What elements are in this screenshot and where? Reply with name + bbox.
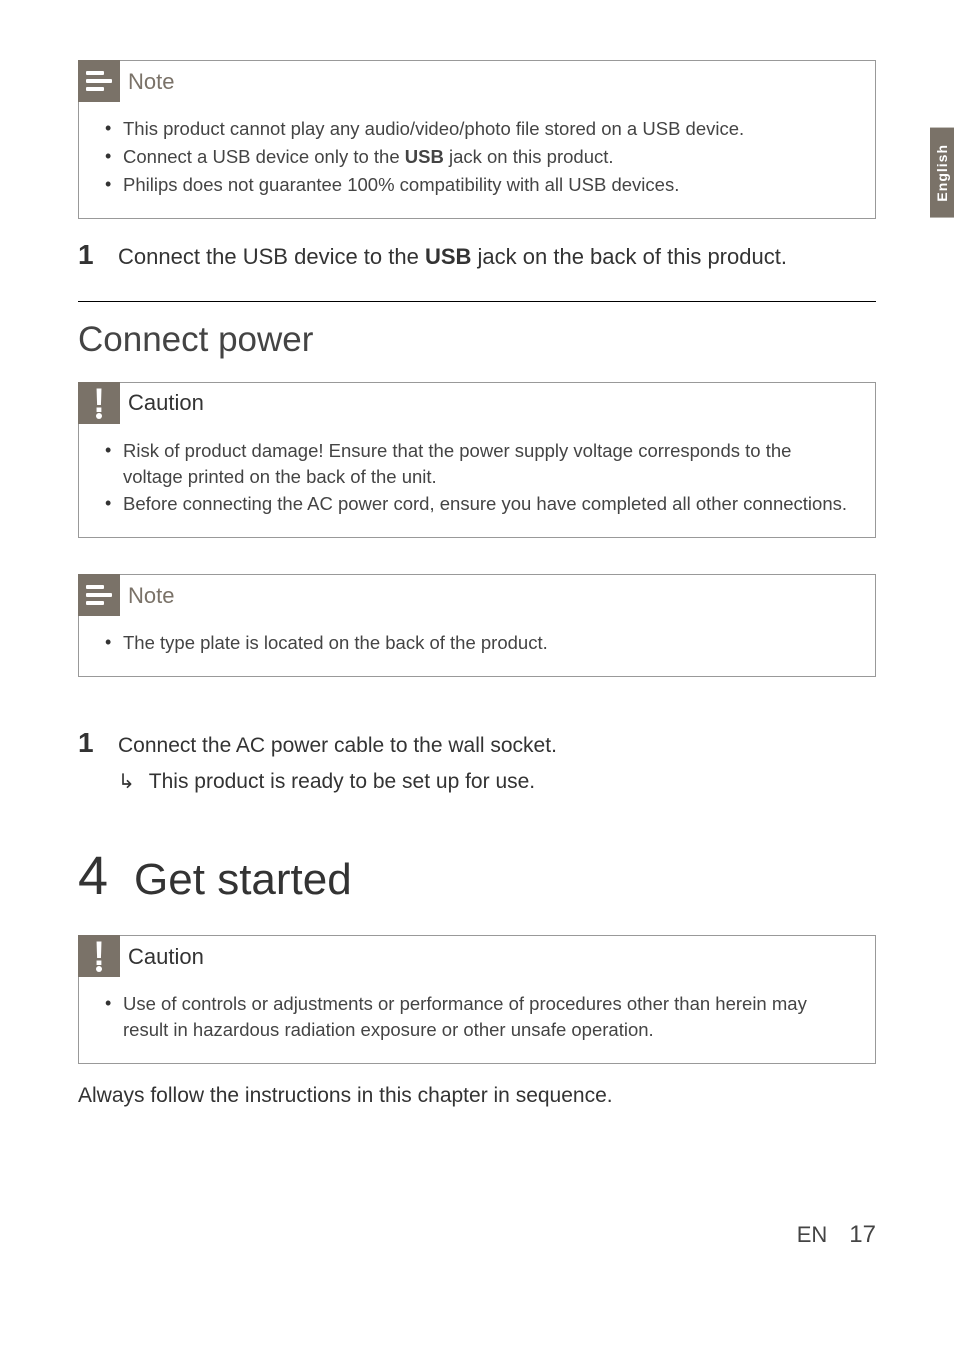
language-tab: English — [930, 128, 954, 218]
sub-step: ↳ This product is ready to be set up for… — [118, 766, 876, 798]
note-body: The type plate is located on the back of… — [79, 616, 875, 676]
note-title: Note — [128, 69, 174, 95]
note-box: Note This product cannot play any audio/… — [78, 60, 876, 219]
divider — [78, 301, 876, 302]
step-text: Connect the USB device to the USB jack o… — [118, 240, 876, 273]
note-box: Note The type plate is located on the ba… — [78, 574, 876, 677]
caution-icon: ! — [78, 935, 120, 977]
footer-page-number: 17 — [849, 1221, 876, 1249]
caution-list: Use of controls or adjustments or perfor… — [101, 991, 855, 1043]
caution-box: ! Caution Use of controls or adjustments… — [78, 935, 876, 1064]
step-number: 1 — [78, 239, 118, 271]
caution-header: ! Caution — [79, 383, 875, 424]
chapter-title: Get started — [134, 855, 352, 905]
page-content: Note This product cannot play any audio/… — [0, 0, 954, 1108]
note-list: The type plate is located on the back of… — [101, 630, 855, 656]
list-item: Philips does not guarantee 100% compatib… — [101, 172, 855, 198]
section-heading-connect-power: Connect power — [78, 320, 876, 360]
note-title: Note — [128, 583, 174, 609]
note-icon — [78, 574, 120, 616]
caution-header: ! Caution — [79, 936, 875, 977]
list-item: The type plate is located on the back of… — [101, 630, 855, 656]
footer-language: EN — [797, 1222, 828, 1248]
note-header: Note — [79, 61, 875, 102]
arrow-icon: ↳ — [118, 767, 135, 797]
caution-title: Caution — [128, 944, 204, 970]
caution-box: ! Caution Risk of product damage! Ensure… — [78, 382, 876, 539]
note-list: This product cannot play any audio/video… — [101, 116, 855, 198]
list-item: Risk of product damage! Ensure that the … — [101, 438, 855, 490]
caution-title: Caution — [128, 390, 204, 416]
caution-list: Risk of product damage! Ensure that the … — [101, 438, 855, 518]
list-item: Connect a USB device only to the USB jac… — [101, 144, 855, 170]
body-paragraph: Always follow the instructions in this c… — [78, 1084, 876, 1108]
note-icon — [78, 60, 120, 102]
list-item: Use of controls or adjustments or perfor… — [101, 991, 855, 1043]
list-item: Before connecting the AC power cord, ens… — [101, 491, 855, 517]
list-item: This product cannot play any audio/video… — [101, 116, 855, 142]
chapter-heading: 4 Get started — [78, 845, 876, 907]
note-body: This product cannot play any audio/video… — [79, 102, 875, 218]
step: 1 Connect the USB device to the USB jack… — [78, 239, 876, 273]
note-header: Note — [79, 575, 875, 616]
chapter-number: 4 — [78, 845, 108, 907]
caution-body: Use of controls or adjustments or perfor… — [79, 977, 875, 1063]
step-number: 1 — [78, 727, 118, 759]
step-text: Connect the AC power cable to the wall s… — [118, 730, 876, 797]
page-footer: EN 17 — [797, 1221, 876, 1249]
caution-icon: ! — [78, 382, 120, 424]
caution-body: Risk of product damage! Ensure that the … — [79, 424, 875, 538]
step: 1 Connect the AC power cable to the wall… — [78, 727, 876, 797]
